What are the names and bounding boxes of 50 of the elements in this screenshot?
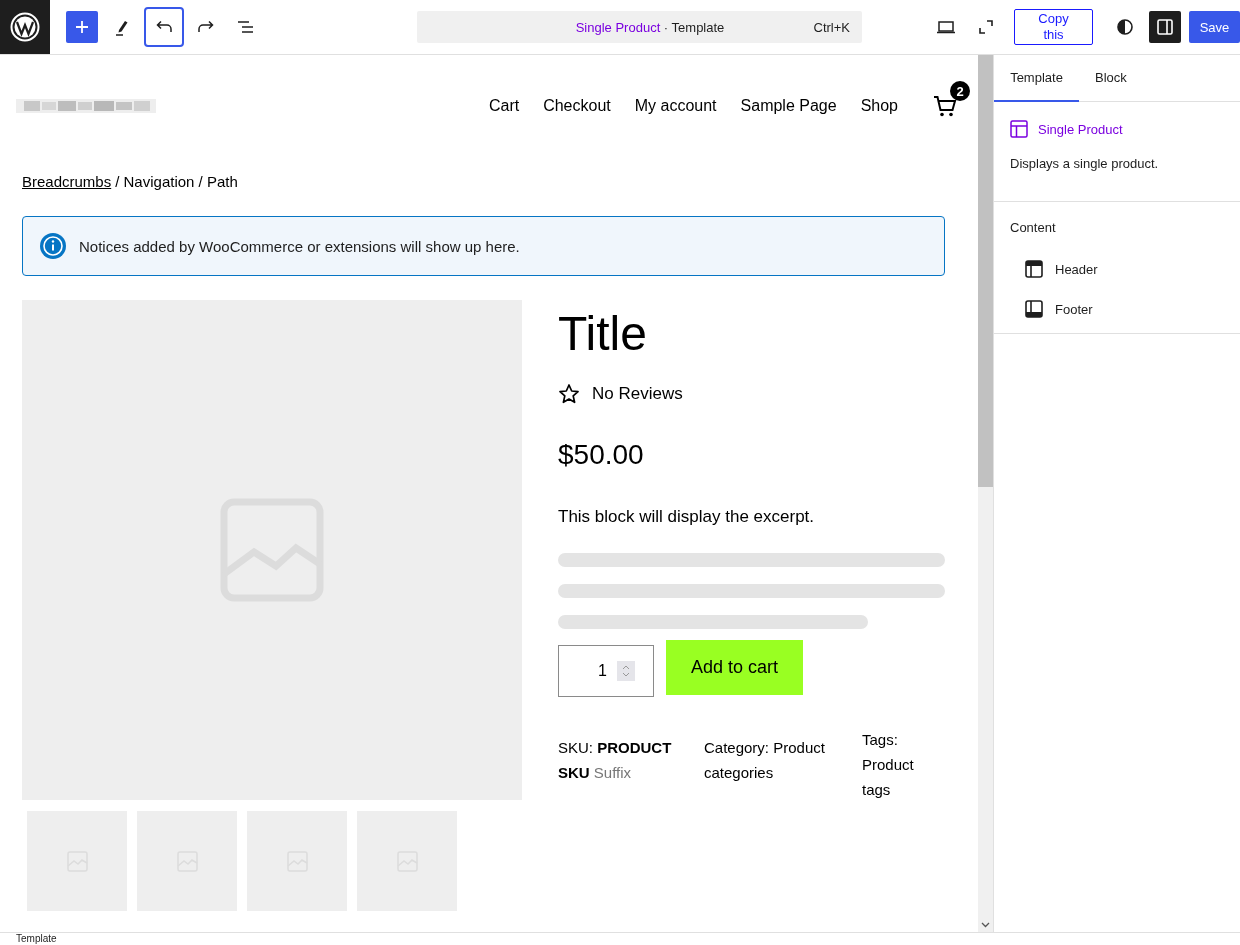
tags-text: Tags: Product tags	[862, 730, 915, 800]
cart-icon[interactable]	[932, 93, 958, 119]
add-to-cart-button[interactable]: Add to cart	[666, 640, 803, 695]
sidebar-tab[interactable]: Template	[994, 55, 1079, 102]
breadcrumb-link[interactable]: Breadcrumbs	[22, 173, 112, 190]
thumbnail-placeholder[interactable]	[247, 811, 347, 911]
breadcrumb-path: / Navigation / Path	[115, 173, 238, 190]
footer-layout-icon	[1025, 300, 1043, 318]
settings-sidebar-button[interactable]	[1149, 11, 1181, 43]
info-icon	[39, 232, 67, 260]
command-bar[interactable]: Single Product · Template Ctrl+K	[416, 11, 862, 43]
nav-link[interactable]: Cart	[488, 97, 520, 115]
category-text: Category: Product categories	[704, 738, 826, 783]
scrollbar[interactable]	[978, 55, 993, 932]
nav-link[interactable]: My account	[634, 97, 717, 115]
thumbnail-placeholder[interactable]	[27, 811, 127, 911]
thumbnail-placeholder[interactable]	[357, 811, 457, 911]
template-part-item[interactable]: Header	[1010, 249, 1224, 289]
cart-count-badge: 2	[950, 81, 970, 101]
star-icon	[558, 383, 580, 405]
product-excerpt: This block will display the excerpt.	[558, 507, 816, 527]
chevron-down-icon[interactable]	[981, 922, 990, 928]
template-description: Displays a single product.	[1010, 156, 1160, 171]
sku-text: SKU: PRODUCT SKU Suffix	[558, 738, 673, 783]
header-layout-icon	[1025, 260, 1043, 278]
wordpress-logo[interactable]	[0, 0, 50, 54]
template-part-item[interactable]: Footer	[1010, 289, 1224, 329]
undo-button[interactable]	[145, 9, 182, 45]
reviews-text: No Reviews	[592, 384, 683, 404]
template-part-label: Header	[1055, 261, 1098, 277]
template-part-label: Footer	[1055, 301, 1093, 317]
section-heading: Content	[1010, 220, 1057, 235]
save-button[interactable]: Save	[1189, 11, 1240, 43]
nav-link[interactable]: Sample Page	[740, 97, 837, 115]
nav-link[interactable]: Shop	[860, 97, 898, 115]
product-price: $50.00	[558, 439, 645, 471]
add-block-button[interactable]	[65, 11, 98, 43]
notice-text: Notices added by WooCommerce or extensions will show up here.	[79, 237, 520, 255]
nav-link[interactable]: Checkout	[543, 97, 611, 115]
product-title: Title	[558, 306, 648, 361]
copy-button[interactable]: Copy this	[1014, 9, 1093, 45]
quantity-field[interactable]: 1	[558, 645, 654, 697]
fullscreen-icon	[976, 17, 996, 37]
status-bar: Template	[0, 932, 1240, 945]
contrast-icon	[1115, 17, 1135, 37]
layout-icon	[1010, 120, 1028, 138]
sidebar-icon	[1155, 17, 1175, 37]
thumbnail-placeholder[interactable]	[137, 811, 237, 911]
template-name: Single Product	[1038, 121, 1123, 137]
sidebar-tab[interactable]: Block	[1079, 55, 1143, 102]
